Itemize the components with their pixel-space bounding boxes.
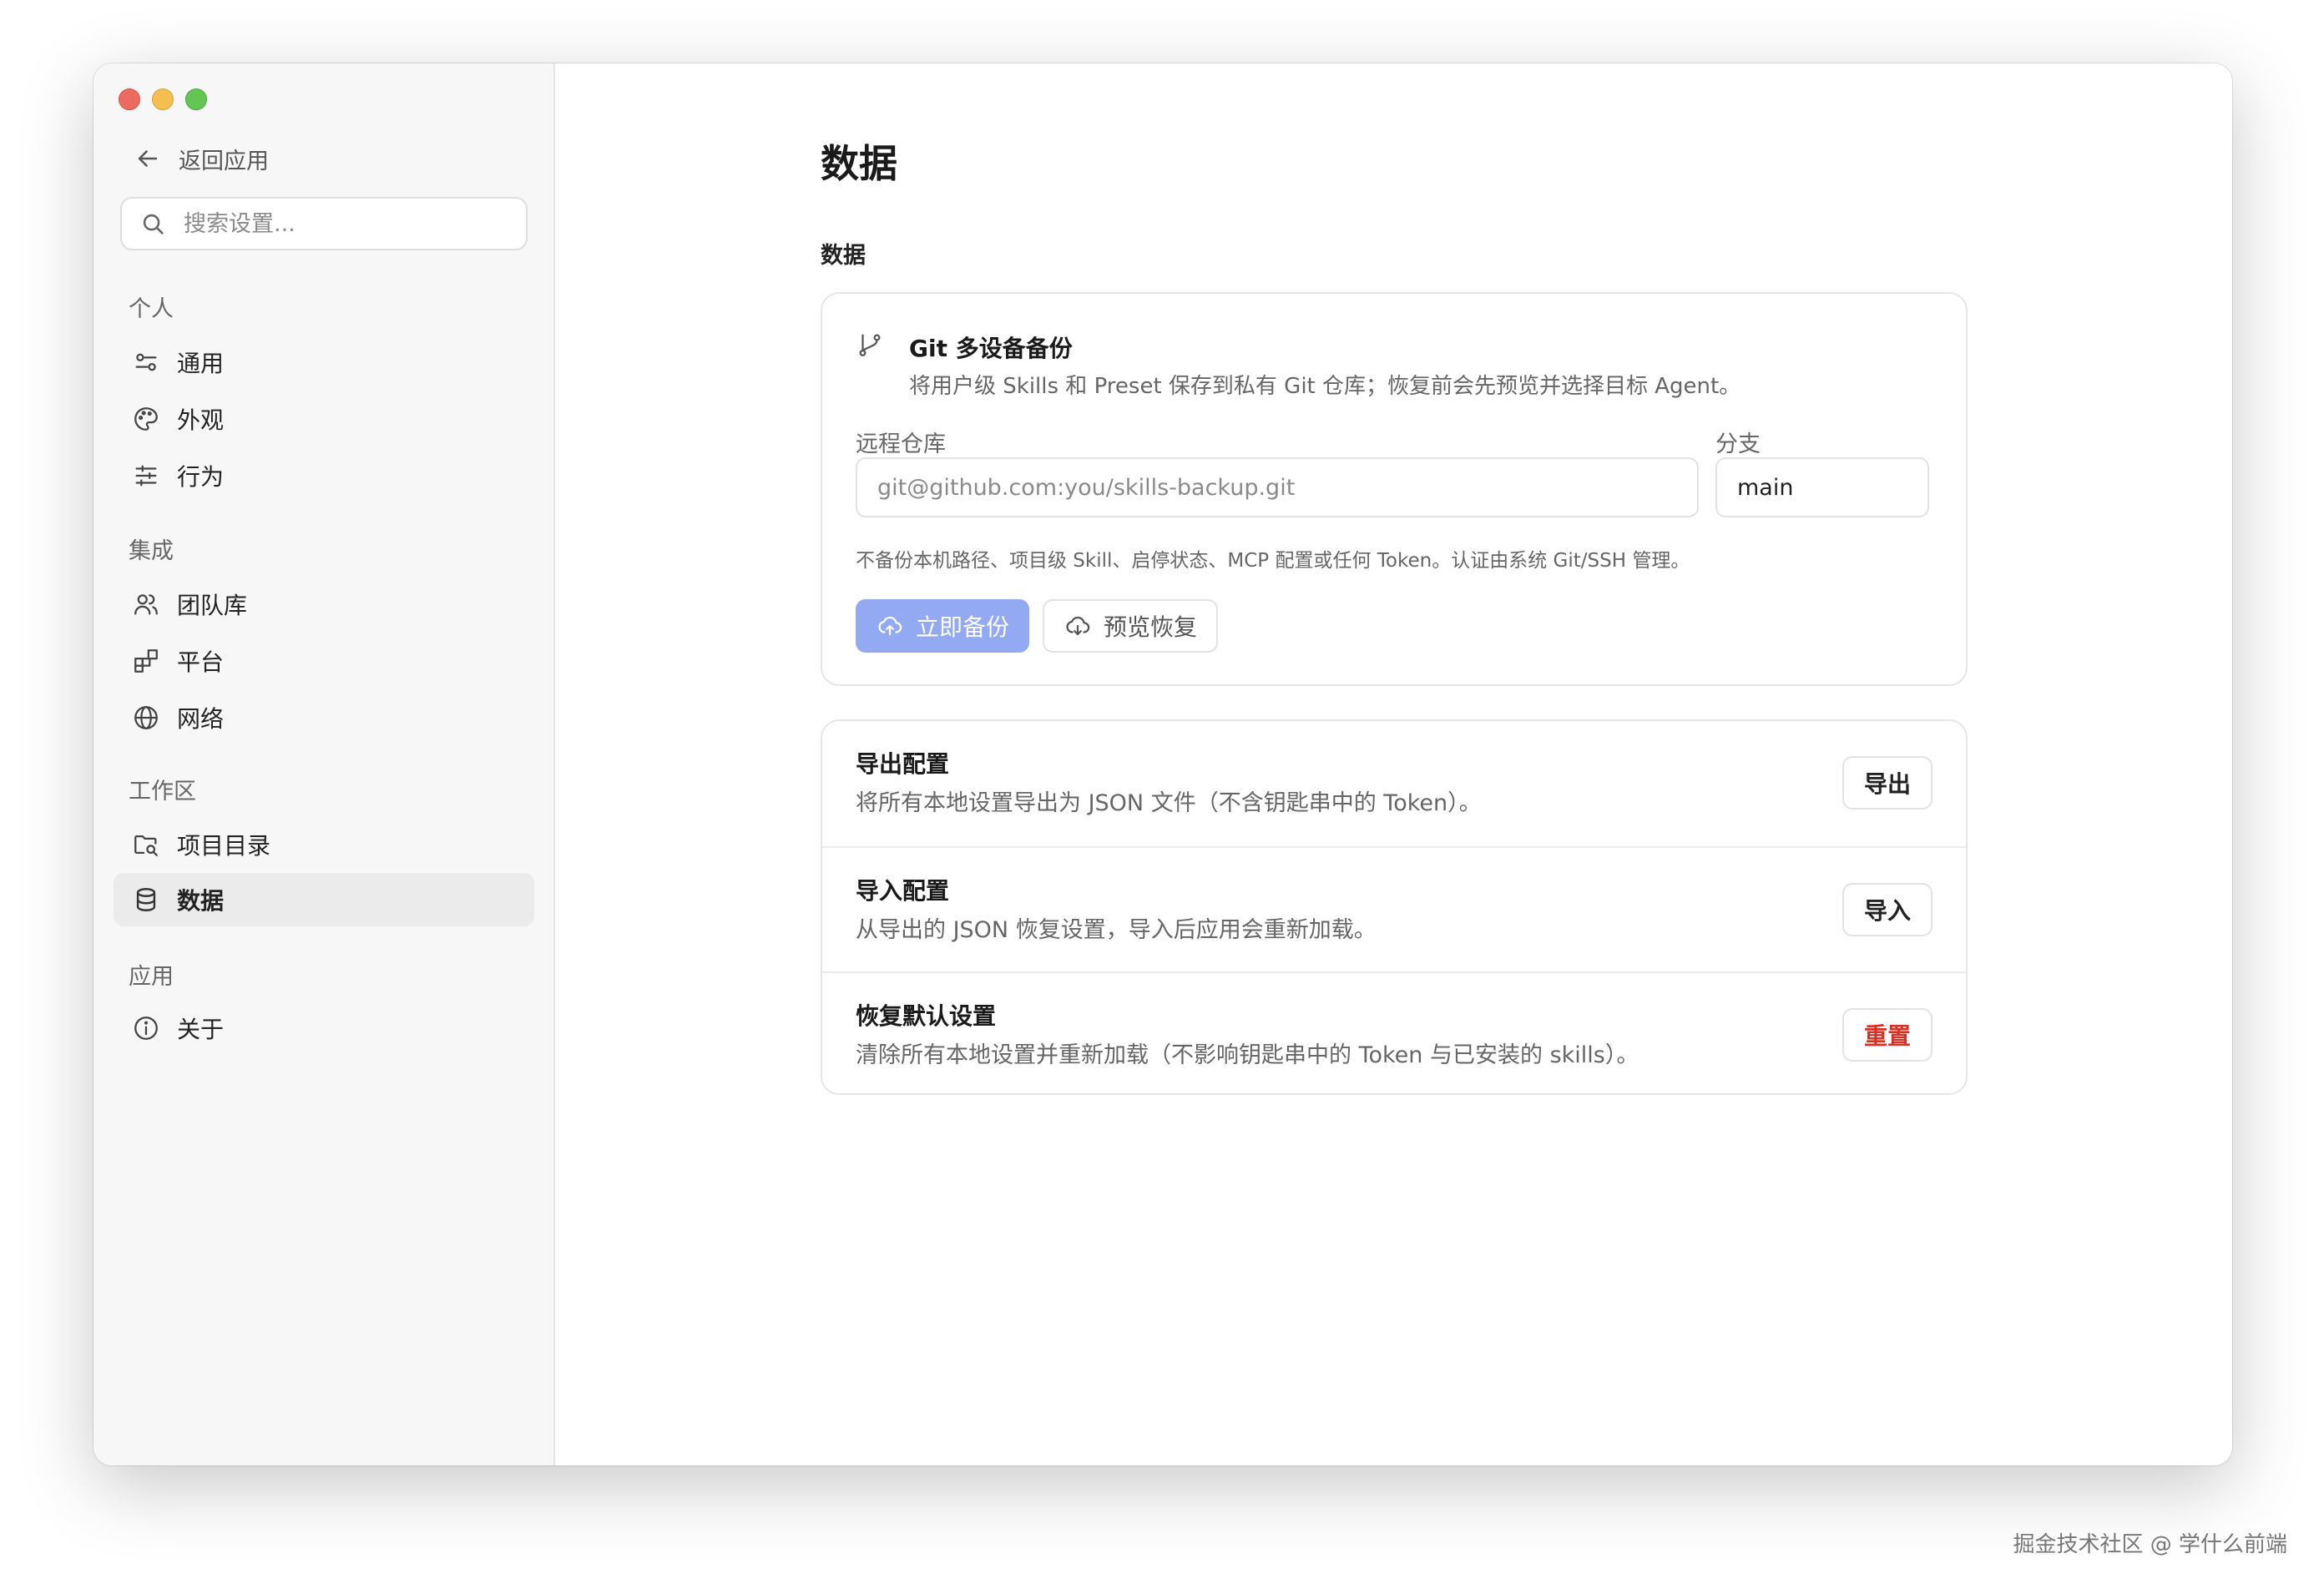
sidebar-item-label: 团队库 bbox=[177, 592, 248, 619]
section-label-app: 应用 bbox=[129, 964, 174, 990]
sidebar-item-team-library[interactable]: 团队库 bbox=[114, 578, 534, 631]
section-label-personal: 个人 bbox=[129, 296, 174, 322]
export-config-description: 将所有本地设置导出为 JSON 文件（不含钥匙串中的 Token）。 bbox=[856, 790, 1482, 816]
export-config-title: 导出配置 bbox=[856, 750, 950, 778]
sidebar-item-data[interactable]: 数据 bbox=[114, 873, 534, 926]
app-window: 返回应用 个人 通用 外观 行为 bbox=[93, 63, 2232, 1465]
users-icon bbox=[132, 590, 160, 618]
sidebar-item-platform[interactable]: 平台 bbox=[114, 634, 534, 688]
import-config-row: 导入配置 从导出的 JSON 恢复设置，导入后应用会重新加载。 导入 bbox=[822, 846, 1966, 973]
git-backup-description: 将用户级 Skills 和 Preset 保存到私有 Git 仓库；恢复前会先预… bbox=[909, 374, 1741, 399]
cloud-upload-icon bbox=[876, 612, 904, 640]
import-config-description: 从导出的 JSON 恢复设置，导入后应用会重新加载。 bbox=[856, 917, 1377, 943]
folder-search-icon bbox=[132, 830, 160, 859]
branch-input[interactable] bbox=[1715, 457, 1929, 517]
config-actions-card: 导出配置 将所有本地设置导出为 JSON 文件（不含钥匙串中的 Token）。 … bbox=[821, 719, 1968, 1095]
search-icon bbox=[139, 209, 167, 238]
git-backup-card: Git 多设备备份 将用户级 Skills 和 Preset 保存到私有 Git… bbox=[821, 292, 1968, 686]
branch-label: 分支 bbox=[1715, 431, 1761, 457]
export-button[interactable]: 导出 bbox=[1842, 756, 1932, 810]
toggles-icon bbox=[132, 348, 160, 376]
sidebar-item-about[interactable]: 关于 bbox=[114, 1001, 534, 1055]
watermark: 掘金技术社区 @ 学什么前端 bbox=[2013, 1532, 2287, 1557]
sidebar-item-project-directory[interactable]: 项目目录 bbox=[114, 818, 534, 871]
arrow-left-icon bbox=[134, 144, 162, 173]
sidebar-item-label: 项目目录 bbox=[177, 832, 271, 860]
sidebar-item-label: 平台 bbox=[177, 648, 225, 676]
cloud-download-icon bbox=[1063, 612, 1092, 640]
back-label: 返回应用 bbox=[179, 148, 269, 174]
sidebar-item-label: 数据 bbox=[177, 887, 225, 915]
sidebar-item-label: 行为 bbox=[177, 463, 225, 491]
sidebar-item-label: 外观 bbox=[177, 406, 225, 434]
blocks-icon bbox=[132, 647, 160, 675]
sidebar-item-network[interactable]: 网络 bbox=[114, 691, 534, 744]
palette-icon bbox=[132, 405, 160, 433]
backup-now-label: 立即备份 bbox=[915, 613, 1009, 641]
remote-repo-input[interactable] bbox=[856, 457, 1699, 517]
export-config-row: 导出配置 将所有本地设置导出为 JSON 文件（不含钥匙串中的 Token）。 … bbox=[822, 721, 1966, 846]
preview-restore-button[interactable]: 预览恢复 bbox=[1043, 599, 1218, 653]
backup-note: 不备份本机路径、项目级 Skill、启停状态、MCP 配置或任何 Token。认… bbox=[856, 550, 1690, 572]
sidebar-item-label: 网络 bbox=[177, 705, 225, 733]
database-icon bbox=[132, 885, 160, 914]
git-branch-icon bbox=[856, 330, 884, 359]
sidebar-item-label: 通用 bbox=[177, 350, 225, 377]
search-box bbox=[120, 197, 528, 250]
minimize-window-button[interactable] bbox=[152, 88, 174, 110]
import-button[interactable]: 导入 bbox=[1842, 883, 1932, 936]
section-heading-data: 数据 bbox=[821, 243, 866, 269]
preview-restore-label: 预览恢复 bbox=[1103, 613, 1197, 641]
reset-defaults-title: 恢复默认设置 bbox=[856, 1002, 997, 1030]
zoom-window-button[interactable] bbox=[185, 88, 207, 110]
sidebar-item-general[interactable]: 通用 bbox=[114, 335, 534, 389]
backup-now-button[interactable]: 立即备份 bbox=[856, 599, 1029, 653]
sidebar: 返回应用 个人 通用 外观 行为 bbox=[93, 63, 555, 1465]
import-config-title: 导入配置 bbox=[856, 877, 950, 905]
section-label-workspace: 工作区 bbox=[129, 779, 196, 805]
info-icon bbox=[132, 1014, 160, 1042]
git-backup-title: Git 多设备备份 bbox=[909, 335, 1073, 362]
section-label-integrations: 集成 bbox=[129, 538, 174, 564]
sidebar-item-appearance[interactable]: 外观 bbox=[114, 392, 534, 446]
remote-repo-label: 远程仓库 bbox=[856, 431, 946, 457]
main-content: 数据 数据 Git 多设备备份 将用户级 Skills 和 Preset 保存到… bbox=[555, 63, 2232, 1465]
reset-button[interactable]: 重置 bbox=[1842, 1008, 1932, 1062]
sliders-icon bbox=[132, 462, 160, 490]
reset-defaults-row: 恢复默认设置 清除所有本地设置并重新加载（不影响钥匙串中的 Token 与已安装… bbox=[822, 971, 1966, 1098]
page-title: 数据 bbox=[821, 141, 897, 186]
close-window-button[interactable] bbox=[119, 88, 140, 110]
search-input[interactable] bbox=[182, 209, 526, 238]
back-to-app-button[interactable]: 返回应用 bbox=[134, 140, 384, 177]
sidebar-item-behavior[interactable]: 行为 bbox=[114, 449, 534, 502]
sidebar-item-label: 关于 bbox=[177, 1016, 225, 1043]
globe-icon bbox=[132, 704, 160, 732]
reset-defaults-description: 清除所有本地设置并重新加载（不影响钥匙串中的 Token 与已安装的 skill… bbox=[856, 1042, 1639, 1068]
